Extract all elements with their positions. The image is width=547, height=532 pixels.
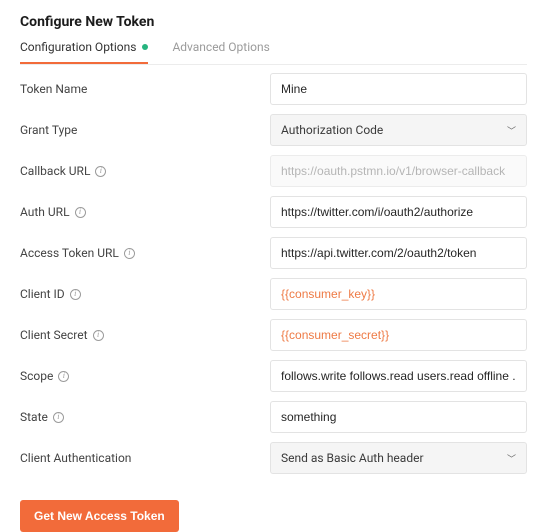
label-client-auth: Client Authentication (20, 451, 131, 465)
tabs: Configuration Options Advanced Options (20, 40, 527, 65)
info-icon[interactable]: i (53, 412, 64, 423)
info-icon[interactable]: i (75, 207, 86, 218)
row-auth-url: Auth URL i (20, 192, 527, 232)
label-client-secret: Client Secret (20, 328, 88, 342)
row-scope: Scope i (20, 356, 527, 396)
row-state: State i (20, 397, 527, 437)
tab-label: Configuration Options (20, 40, 136, 54)
tab-label: Advanced Options (172, 40, 269, 54)
chevron-down-icon: ﹀ (507, 452, 516, 465)
info-icon[interactable]: i (58, 371, 69, 382)
access-token-url-input[interactable] (270, 237, 527, 269)
client-id-input[interactable] (270, 278, 527, 310)
row-client-id: Client ID i (20, 274, 527, 314)
label-auth-url: Auth URL (20, 205, 70, 219)
info-icon[interactable]: i (95, 166, 106, 177)
label-grant-type: Grant Type (20, 123, 77, 137)
info-icon[interactable]: i (70, 289, 81, 300)
tab-configuration-options[interactable]: Configuration Options (20, 40, 148, 64)
client-auth-select[interactable]: Send as Basic Auth header ﹀ (270, 442, 527, 474)
row-token-name: Token Name (20, 69, 527, 109)
label-access-token-url: Access Token URL (20, 246, 119, 260)
row-client-secret: Client Secret i (20, 315, 527, 355)
label-client-id: Client ID (20, 287, 65, 301)
scope-input[interactable] (270, 360, 527, 392)
info-icon[interactable]: i (124, 248, 135, 259)
label-callback-url: Callback URL (20, 164, 90, 178)
auth-url-input[interactable] (270, 196, 527, 228)
row-access-token-url: Access Token URL i (20, 233, 527, 273)
token-form: Token Name Grant Type Authorization Code… (20, 69, 527, 478)
chevron-down-icon: ﹀ (507, 124, 516, 137)
tab-advanced-options[interactable]: Advanced Options (172, 40, 269, 64)
form-actions: Get New Access Token (20, 500, 527, 532)
get-new-access-token-button[interactable]: Get New Access Token (20, 500, 179, 532)
row-grant-type: Grant Type Authorization Code ﹀ (20, 110, 527, 150)
state-input[interactable] (270, 401, 527, 433)
grant-type-value: Authorization Code (281, 123, 383, 137)
client-auth-value: Send as Basic Auth header (281, 451, 424, 465)
row-callback-url: Callback URL i (20, 151, 527, 191)
label-state: State (20, 410, 48, 424)
row-client-auth: Client Authentication Send as Basic Auth… (20, 438, 527, 478)
callback-url-input (270, 155, 527, 187)
client-secret-input[interactable] (270, 319, 527, 351)
label-token-name: Token Name (20, 82, 87, 96)
grant-type-select[interactable]: Authorization Code ﹀ (270, 114, 527, 146)
label-scope: Scope (20, 369, 53, 383)
page-title: Configure New Token (20, 14, 527, 30)
info-icon[interactable]: i (93, 330, 104, 341)
token-name-input[interactable] (270, 73, 527, 105)
status-dot-icon (142, 44, 148, 50)
